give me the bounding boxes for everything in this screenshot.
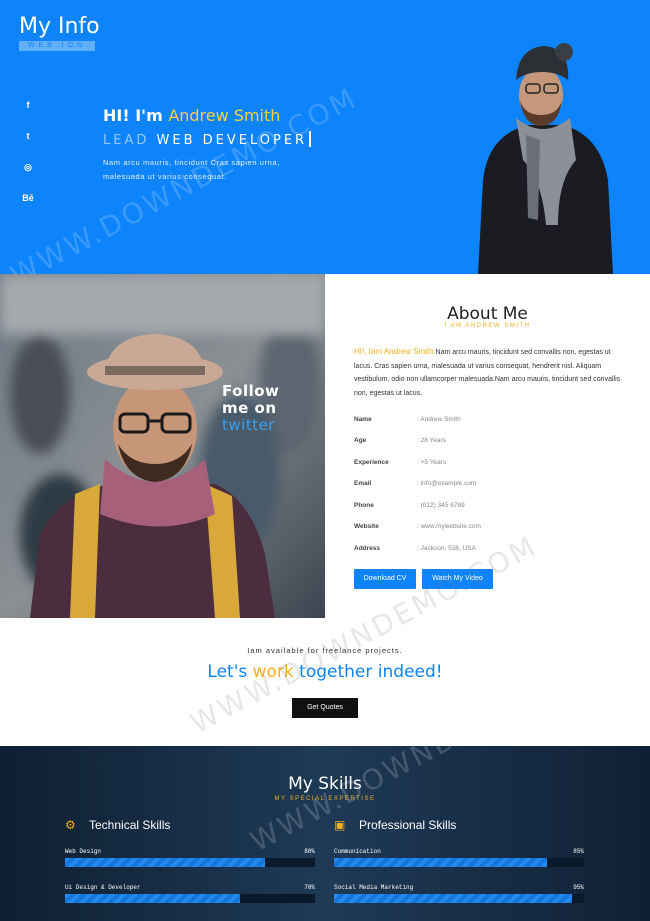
skill-label: Communication	[334, 848, 381, 855]
logo[interactable]: My Info WEB ION	[19, 14, 100, 51]
follow-line-1: Follow	[222, 382, 280, 400]
technical-skills-title: Technical Skills	[89, 818, 171, 832]
info-label: Email	[354, 480, 372, 487]
hero-greeting: HI! I'm Andrew Smith	[103, 106, 280, 125]
about-photo	[0, 274, 325, 618]
logo-subtitle: WEB ION	[19, 41, 95, 51]
skill-label: Web Design	[65, 848, 102, 855]
cta-section: Iam available for freelance projects. Le…	[0, 529, 650, 746]
skill-label: Social Media Marketing	[334, 884, 414, 891]
role-title: WEB DEVELOPER	[156, 133, 308, 148]
follow-twitter-link[interactable]: Follow me on twitter	[222, 383, 279, 434]
hero-portrait	[478, 43, 613, 274]
info-label: Age	[354, 437, 367, 444]
facebook-icon[interactable]: f	[20, 100, 36, 131]
cta-word-1: Let's	[207, 662, 248, 682]
instagram-icon[interactable]: ◎	[20, 162, 36, 193]
social-links: f t ◎ Bē	[20, 100, 36, 224]
info-value: : Jackson, 538, USA	[417, 545, 476, 552]
about-text: HI!, Iam Andrew Smith Nam arcu mauris, t…	[354, 345, 624, 400]
info-value: : +5 Years	[417, 459, 447, 466]
download-cv-button[interactable]: Download CV	[354, 569, 416, 589]
info-value: : Andrew Smith	[417, 416, 461, 423]
skill-bar-track	[65, 894, 315, 903]
skill-percent: 80%	[304, 848, 315, 855]
about-subtitle: I AM ANDREW SMITH	[444, 323, 531, 329]
skill-bar-track	[65, 858, 315, 867]
role-dim: LEAD	[103, 133, 150, 148]
hero-description: Nam arcu mauris, tincidunt Cras sapien u…	[103, 158, 280, 181]
logo-title: My Info	[19, 14, 100, 39]
skill-percent: 95%	[573, 884, 584, 891]
skills-subtitle: MY SPECIAL EXPERTISE	[274, 796, 376, 802]
about-title: About Me	[447, 304, 528, 324]
watermark: WWW.DOWNDEMO.COM	[244, 746, 603, 859]
hero-name: Andrew Smith	[168, 106, 281, 125]
gear-icon: ⚙	[65, 818, 76, 832]
get-quotes-button[interactable]: Get Quotes	[292, 698, 358, 718]
follow-line-2: me on	[222, 399, 277, 417]
info-value[interactable]: : info@example.com	[417, 480, 597, 487]
skill-bar-track	[334, 858, 584, 867]
skill-bar-fill	[65, 858, 265, 867]
professional-skills-title: Professional Skills	[359, 818, 457, 832]
about-section: About Me I AM ANDREW SMITH HI!, Iam Andr…	[325, 274, 650, 618]
skill-percent: 70%	[304, 884, 315, 891]
skill-bar-fill	[334, 858, 547, 867]
skill-percent: 85%	[573, 848, 584, 855]
skill-bar-track	[334, 894, 584, 903]
cta-word-3: together indeed!	[299, 662, 443, 682]
greeting-prefix: HI! I'm	[103, 106, 163, 125]
info-value: : 28 Years	[417, 437, 446, 444]
info-value[interactable]: : www.mywebsite.com	[417, 523, 597, 530]
skill-label: Ui Design & Developer	[65, 884, 141, 891]
hero-section: My Info WEB ION f t ◎ Bē HI! I'm Andrew …	[0, 0, 650, 274]
skills-title: My Skills	[288, 774, 362, 794]
info-label: Experience	[354, 459, 389, 466]
info-label: Address	[354, 545, 381, 552]
info-label: Website	[354, 523, 379, 530]
skill-bar-fill	[65, 894, 240, 903]
cta-headline: Let's work together indeed!	[0, 662, 650, 682]
watch-video-button[interactable]: Watch My Video	[422, 569, 493, 589]
skill-bar-fill	[334, 894, 572, 903]
about-highlight: HI!, Iam Andrew Smith	[354, 347, 434, 356]
cta-word-2: work	[252, 662, 294, 682]
behance-icon[interactable]: Bē	[20, 193, 36, 224]
skills-section: My Skills MY SPECIAL EXPERTISE ⚙ Technic…	[0, 746, 650, 921]
follow-line-3: twitter	[222, 416, 275, 434]
twitter-icon[interactable]: t	[20, 131, 36, 162]
info-value: : (012) 345 6789	[417, 502, 465, 509]
cta-small-text: Iam available for freelance projects.	[247, 646, 403, 655]
about-body: Nam arcu mauris, tincidunt sed convallis…	[354, 349, 621, 397]
info-label: Name	[354, 416, 372, 423]
hero-role: LEAD WEB DEVELOPER	[103, 131, 312, 148]
typing-caret	[309, 131, 312, 147]
info-label: Phone	[354, 502, 374, 509]
about-portrait	[0, 274, 325, 618]
briefcase-icon: ▣	[334, 818, 346, 832]
